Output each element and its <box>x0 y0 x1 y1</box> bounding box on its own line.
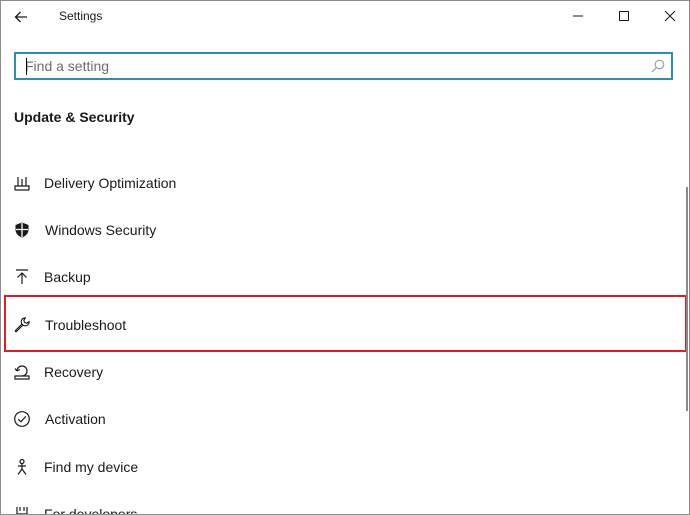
minimize-icon <box>573 15 583 17</box>
delivery-optimization-icon <box>12 173 32 193</box>
text-caret <box>26 58 27 75</box>
nav-item-troubleshoot[interactable]: Troubleshoot <box>1 304 681 346</box>
back-arrow-icon <box>14 11 27 23</box>
nav-item-label: For developers <box>44 506 138 515</box>
title-bar: Settings <box>1 1 689 33</box>
search-input[interactable] <box>25 57 635 75</box>
nav-item-windows-security[interactable]: Windows Security <box>1 209 681 251</box>
nav-item-find-my-device[interactable]: Find my device <box>1 446 681 488</box>
search-icon[interactable] <box>650 58 666 74</box>
nav-item-label: Delivery Optimization <box>44 175 177 191</box>
activation-check-icon <box>12 409 32 429</box>
back-button[interactable] <box>7 3 35 31</box>
window-title: Settings <box>59 9 103 23</box>
nav-item-label: Find my device <box>44 459 139 475</box>
settings-window: Settings Update & Security <box>0 0 690 515</box>
recovery-icon <box>12 362 32 382</box>
nav-item-backup[interactable]: Backup <box>1 256 681 298</box>
search-box[interactable] <box>14 52 673 80</box>
minimize-button[interactable] <box>555 1 601 31</box>
maximize-icon <box>619 11 629 21</box>
nav-item-label: Windows Security <box>45 222 157 238</box>
nav-item-for-developers[interactable]: For developers <box>1 493 681 515</box>
nav-item-label: Backup <box>44 269 91 285</box>
nav-item-delivery-optimization[interactable]: Delivery Optimization <box>1 162 681 204</box>
wrench-icon <box>12 315 32 335</box>
nav-item-label: Recovery <box>44 364 104 380</box>
scrollbar[interactable] <box>686 187 688 411</box>
developer-icon <box>12 504 32 514</box>
backup-icon <box>12 267 32 287</box>
maximize-button[interactable] <box>601 1 647 31</box>
close-button[interactable] <box>647 1 689 31</box>
nav-item-label: Activation <box>45 411 106 427</box>
section-title: Update & Security <box>14 109 135 125</box>
nav-item-label: Troubleshoot <box>45 317 127 333</box>
nav-item-recovery[interactable]: Recovery <box>1 351 681 393</box>
find-device-icon <box>12 457 32 477</box>
nav-item-activation[interactable]: Activation <box>1 398 681 440</box>
shield-icon <box>12 220 32 240</box>
close-icon <box>664 10 676 22</box>
